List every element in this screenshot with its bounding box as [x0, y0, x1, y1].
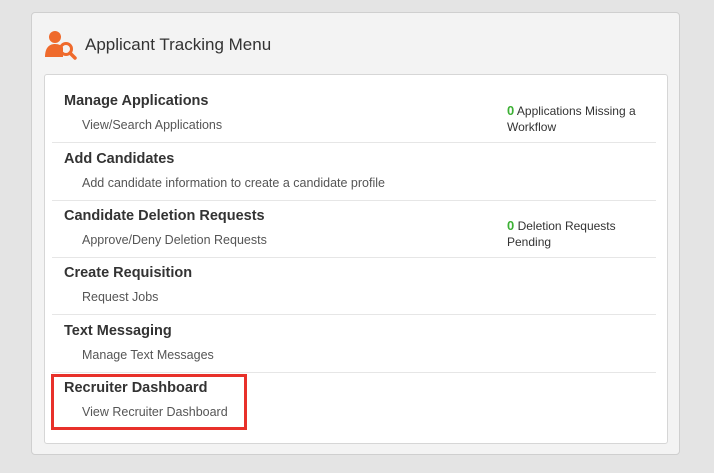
menu-item-candidate-deletion-requests[interactable]: Candidate Deletion Requests Approve/Deny… — [52, 208, 656, 258]
menu-item-subtitle[interactable]: Approve/Deny Deletion Requests — [82, 233, 267, 247]
menu-item-title[interactable]: Create Requisition — [64, 265, 192, 281]
menu-item-subtitle[interactable]: Add candidate information to create a ca… — [82, 176, 385, 190]
menu-item-recruiter-dashboard[interactable]: Recruiter Dashboard View Recruiter Dashb… — [52, 380, 656, 430]
panel-header: Applicant Tracking Menu — [44, 29, 271, 61]
menu-item-title[interactable]: Add Candidates — [64, 151, 174, 167]
menu-item-subtitle[interactable]: Request Jobs — [82, 290, 158, 304]
status-count: 0 — [507, 218, 515, 233]
menu-item-title[interactable]: Recruiter Dashboard — [64, 380, 207, 396]
menu-item-subtitle[interactable]: View Recruiter Dashboard — [82, 405, 228, 419]
applicant-tracking-panel: Applicant Tracking Menu Manage Applicati… — [31, 12, 680, 455]
status-text: Deletion Requests Pending — [507, 219, 616, 249]
menu-list: Manage Applications View/Search Applicat… — [44, 74, 668, 444]
menu-item-title[interactable]: Candidate Deletion Requests — [64, 208, 265, 224]
applications-missing-workflow-status: 0 Applications Missing a Workflow — [507, 103, 652, 135]
menu-item-create-requisition[interactable]: Create Requisition Request Jobs — [52, 265, 656, 315]
menu-item-add-candidates[interactable]: Add Candidates Add candidate information… — [52, 151, 656, 201]
panel-title: Applicant Tracking Menu — [85, 35, 272, 54]
menu-item-title[interactable]: Text Messaging — [64, 323, 172, 339]
menu-item-manage-applications[interactable]: Manage Applications View/Search Applicat… — [52, 93, 656, 143]
menu-item-subtitle[interactable]: Manage Text Messages — [82, 348, 214, 362]
menu-item-subtitle[interactable]: View/Search Applications — [82, 118, 222, 132]
applicant-search-icon — [45, 31, 77, 60]
menu-item-text-messaging[interactable]: Text Messaging Manage Text Messages — [52, 323, 656, 373]
deletion-requests-pending-status: 0 Deletion Requests Pending — [507, 218, 652, 250]
status-count: 0 — [507, 103, 515, 118]
menu-item-title[interactable]: Manage Applications — [64, 93, 208, 109]
status-text: Applications Missing a Workflow — [507, 104, 636, 134]
